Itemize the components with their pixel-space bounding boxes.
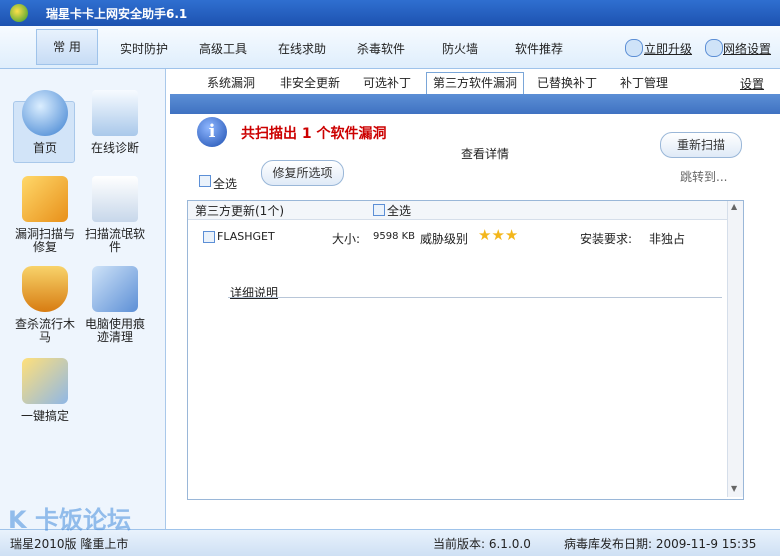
tab-patch-management[interactable]: 补丁管理 <box>620 74 668 91</box>
list-group-header: 第三方更新(1个) 全选 <box>188 201 728 220</box>
diagnose-icon <box>92 90 138 136</box>
network-settings-icon <box>705 39 723 57</box>
forum-watermark: K 卡饭论坛 <box>8 506 131 534</box>
sidebar-item-label: 一键搞定 <box>20 409 69 423</box>
watermark-logo-icon: K <box>8 506 27 534</box>
oneclick-icon <box>22 358 68 404</box>
upgrade-icon <box>625 39 643 57</box>
menu-item-software[interactable]: 软件推荐 <box>515 40 563 57</box>
settings-link[interactable]: 设置 <box>740 75 764 92</box>
sidebar-item-label: 查杀流行木马 <box>14 317 75 344</box>
group-select-all-checkbox[interactable] <box>373 204 385 216</box>
patch-tabs: 系统漏洞 非安全更新 可选补丁 第三方软件漏洞 已替换补丁 补丁管理 <box>192 70 727 94</box>
item-name: FLASHGET <box>217 230 275 243</box>
network-settings-link[interactable]: 网络设置 <box>723 40 771 57</box>
tab-underline-bar <box>170 94 780 114</box>
home-icon <box>22 90 68 136</box>
select-all-checkbox[interactable] <box>199 175 211 187</box>
list-item: FLASHGET 大小: 9598 KB 威胁级别 ★★★ 安装要求: 非独占 <box>188 226 726 248</box>
app-logo-icon <box>10 4 28 22</box>
details-divider <box>228 297 722 298</box>
menu-item-online-help[interactable]: 在线求助 <box>278 40 326 57</box>
cleanup-icon <box>92 266 138 312</box>
item-checkbox[interactable] <box>203 231 215 243</box>
repair-selected-button[interactable]: 修复所选项 <box>261 160 344 186</box>
item-threat-label: 威胁级别 <box>420 232 469 246</box>
sidebar-item-label: 漏洞扫描与修复 <box>14 227 75 254</box>
tab-optional[interactable]: 可选补丁 <box>363 74 411 91</box>
promo-text[interactable]: 瑞星2010版 隆重上市 <box>10 535 128 552</box>
sidebar-item-trojan[interactable]: 查杀流行木马 <box>10 266 80 344</box>
item-install-label: 安装要求: <box>580 232 633 246</box>
sidebar-item-label: 首页 <box>32 141 57 155</box>
rescan-button[interactable]: 重新扫描 <box>660 132 742 158</box>
tab-third-party[interactable]: 第三方软件漏洞 <box>426 72 524 94</box>
info-icon: i <box>197 117 227 147</box>
main-menu-bar: 常 用 实时防护 高级工具 在线求助 杀毒软件 防火墙 软件推荐 立即升级 网络… <box>0 26 780 69</box>
title-bar: 瑞星卡卡上网安全助手6.1 <box>0 0 780 26</box>
sidebar-item-home[interactable]: 首页 <box>10 90 80 155</box>
window-title: 瑞星卡卡上网安全助手6.1 <box>46 7 188 21</box>
sidebar-item-label: 在线诊断 <box>90 141 139 155</box>
sidebar-item-cleanup[interactable]: 电脑使用痕迹清理 <box>80 266 150 344</box>
trojan-icon <box>22 266 68 312</box>
menu-item-antivirus[interactable]: 杀毒软件 <box>357 40 405 57</box>
group-select-all-label: 全选 <box>387 204 412 218</box>
view-details-link[interactable]: 查看详情 <box>461 145 509 162</box>
item-install-value: 非独占 <box>649 232 686 246</box>
details-link[interactable]: 详细说明 <box>230 284 278 301</box>
vulnerability-icon <box>22 176 68 222</box>
tab-replaced[interactable]: 已替换补丁 <box>537 74 597 91</box>
threat-stars: ★★★ <box>478 226 518 244</box>
rogue-scan-icon <box>92 176 138 222</box>
upgrade-link[interactable]: 立即升级 <box>644 40 692 57</box>
group-header-label: 第三方更新(1个) <box>195 204 284 218</box>
sidebar-item-vulnerability[interactable]: 漏洞扫描与修复 <box>10 176 80 254</box>
item-size-label: 大小: <box>332 232 361 246</box>
star-icon: ★ <box>504 226 519 244</box>
scroll-down-icon[interactable]: ▼ <box>731 484 737 493</box>
jump-to-link[interactable]: 跳转到... <box>680 168 727 185</box>
menu-item-realtime[interactable]: 实时防护 <box>120 40 168 57</box>
tab-non-security[interactable]: 非安全更新 <box>280 74 340 91</box>
sidebar-item-rogue-scan[interactable]: 扫描流氓软件 <box>80 176 150 254</box>
menu-item-advanced-tools[interactable]: 高级工具 <box>199 40 247 57</box>
select-all-label: 全选 <box>213 177 238 191</box>
current-version: 当前版本: 6.1.0.0 <box>433 537 531 551</box>
star-icon: ★ <box>491 226 505 244</box>
scroll-up-icon[interactable]: ▲ <box>731 202 737 211</box>
sidebar-item-label: 扫描流氓软件 <box>84 227 145 254</box>
virus-db-date: 病毒库发布日期: 2009-11-9 15:35 <box>564 537 757 551</box>
scan-summary: 共扫描出 1 个软件漏洞 <box>241 126 387 142</box>
sidebar-item-oneclick[interactable]: 一键搞定 <box>10 358 80 423</box>
item-size: 9598 KB <box>373 231 416 242</box>
star-icon: ★ <box>478 226 492 244</box>
sidebar-item-diagnose[interactable]: 在线诊断 <box>80 90 150 155</box>
sidebar-item-label: 电脑使用痕迹清理 <box>84 317 145 344</box>
list-scrollbar[interactable]: ▲ ▼ <box>727 201 743 497</box>
menu-item-firewall[interactable]: 防火墙 <box>442 40 478 57</box>
menu-item-common[interactable]: 常 用 <box>36 29 98 65</box>
tab-system-vuln[interactable]: 系统漏洞 <box>207 74 255 91</box>
